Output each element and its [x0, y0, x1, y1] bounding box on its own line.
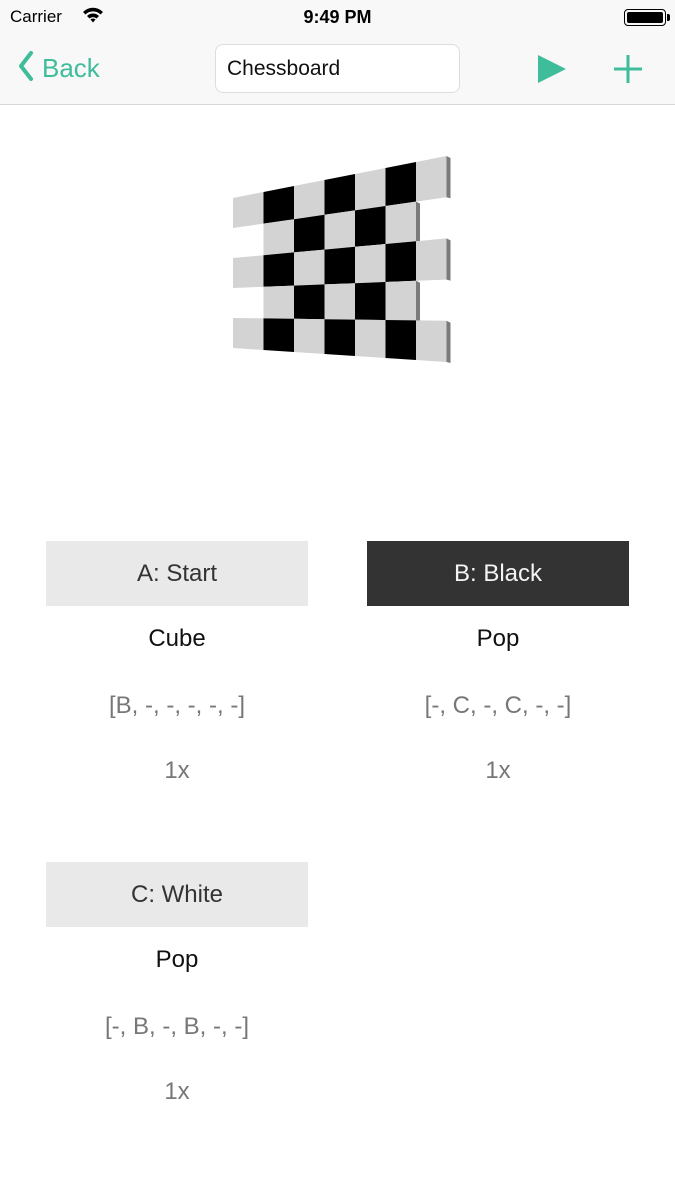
cube-light [294, 318, 325, 354]
cube-light [263, 219, 294, 256]
cube-light [324, 283, 355, 320]
cube-black [263, 252, 294, 287]
cube-light [233, 318, 264, 350]
card-params: [B, -, -, -, -, -] [109, 692, 245, 719]
cube-black [385, 241, 416, 282]
chessboard-render [233, 156, 451, 363]
cube-black [324, 246, 355, 285]
cube-black [263, 318, 294, 352]
card-params: [-, B, -, B, -, -] [105, 1013, 249, 1040]
cube-light [355, 168, 386, 211]
card-type: Pop [155, 946, 199, 973]
card-header-selected[interactable]: B: Black [367, 541, 629, 606]
cube-black [263, 186, 294, 224]
cube-light [263, 285, 294, 319]
cube-black [324, 319, 355, 356]
cube-light [355, 244, 386, 284]
card-repeat: 1x [164, 757, 190, 784]
cube-side [446, 320, 451, 363]
cube-black [355, 206, 386, 247]
cube-black [324, 174, 355, 215]
card-header[interactable]: A: Start [46, 541, 308, 606]
cube-light [294, 180, 325, 220]
cube-light [233, 255, 264, 288]
play-icon[interactable] [536, 53, 568, 90]
card-type: Cube [148, 625, 206, 652]
cube-side [416, 280, 420, 322]
title-input[interactable] [215, 44, 460, 93]
battery-nub [667, 14, 670, 21]
clock: 9:49 PM [303, 7, 372, 27]
cube-light [324, 210, 355, 250]
navigation-bar: Back [0, 36, 675, 105]
cube-light [385, 280, 416, 321]
cube-light [233, 192, 264, 228]
cube-light [355, 319, 386, 358]
battery-icon [624, 9, 666, 26]
cube-light [294, 249, 325, 286]
chevron-left-icon [18, 50, 34, 87]
cube-light [416, 156, 447, 202]
card-repeat: 1x [164, 1078, 190, 1105]
card-repeat: 1x [485, 757, 511, 784]
cube-light [385, 201, 416, 244]
cube-light [416, 320, 447, 362]
scene-preview[interactable] [225, 148, 475, 373]
cube-side [416, 201, 420, 243]
card-c[interactable]: C: White Pop [-, B, -, B, -, -] 1x [46, 862, 308, 1108]
cube-side [446, 238, 451, 281]
card-a[interactable]: A: Start Cube [B, -, -, -, -, -] 1x [46, 541, 308, 787]
cube-black [385, 320, 416, 360]
cube-side [446, 156, 451, 199]
plus-icon[interactable] [612, 53, 644, 90]
cube-black [294, 284, 325, 320]
back-button[interactable]: Back [18, 50, 100, 86]
cube-black [294, 214, 325, 253]
cube-black [355, 282, 386, 320]
card-type: Pop [476, 625, 520, 652]
cube-black [385, 162, 416, 206]
card-b[interactable]: B: Black Pop [-, C, -, C, -, -] 1x [367, 541, 629, 787]
back-label: Back [42, 52, 100, 83]
card-header[interactable]: C: White [46, 862, 308, 927]
status-bar: Carrier 9:49 PM [0, 0, 675, 36]
cube-light [416, 238, 447, 281]
card-params: [-, C, -, C, -, -] [424, 692, 572, 719]
